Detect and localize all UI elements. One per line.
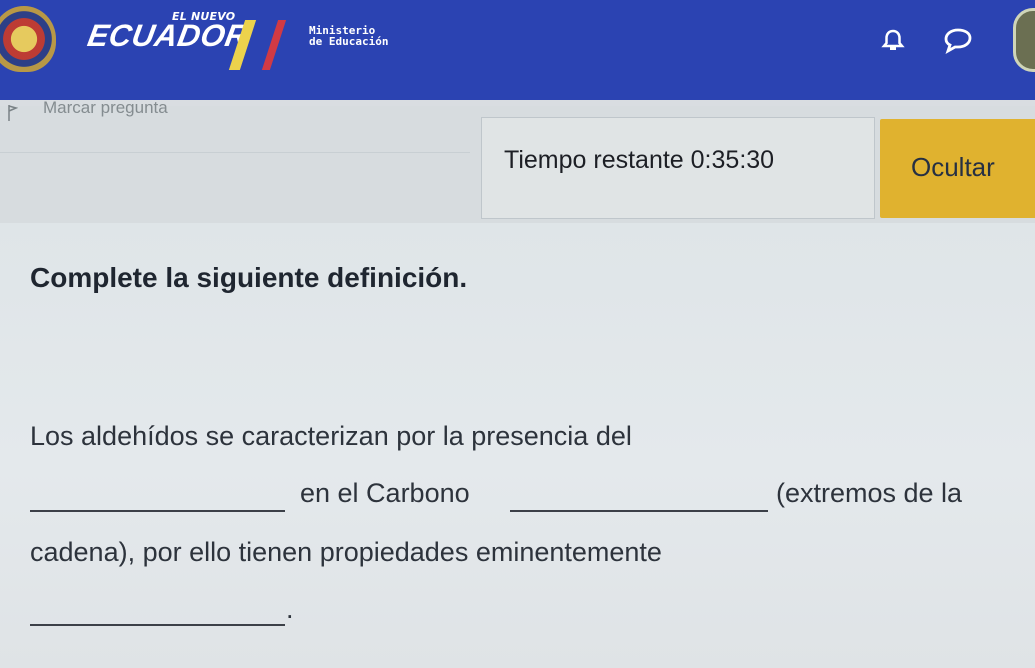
hide-button-label: Ocultar — [911, 152, 995, 182]
answer-blank-2[interactable] — [510, 510, 768, 512]
question-line-2-middle: en el Carbono — [300, 478, 470, 508]
question-line-1: Los aldehídos se caracterizan por la pre… — [30, 421, 632, 451]
avatar[interactable] — [1013, 8, 1035, 72]
question-line-2-end: (extremos de la — [776, 478, 963, 508]
mark-question[interactable]: Marcar pregunta — [0, 98, 500, 124]
question-line-3: cadena), por ello tienen propiedades emi… — [30, 537, 662, 567]
ecuador-logo: EL NUEVO ECUADOR — [85, 10, 303, 70]
ministry-logo: Ministerio de Educación — [309, 25, 388, 47]
bell-icon[interactable] — [879, 27, 907, 55]
divider — [0, 152, 470, 153]
question-line-4-end: . — [286, 594, 294, 624]
flag-icon — [8, 105, 18, 121]
chat-icon[interactable] — [941, 24, 975, 56]
answer-blank-3[interactable] — [30, 624, 285, 626]
mark-question-label: Marcar pregunta — [43, 98, 168, 117]
logo-main-text: ECUADOR — [85, 18, 252, 53]
hide-button[interactable]: Ocultar — [880, 119, 1035, 218]
timer-box: Tiempo restante 0:35:30 — [481, 117, 875, 219]
time-remaining: Tiempo restante 0:35:30 — [504, 146, 775, 174]
question-title: Complete la siguiente definición. — [30, 262, 468, 293]
top-navigation-bar: EL NUEVO ECUADOR Ministerio de Educación — [0, 0, 1035, 106]
red-stripe — [261, 20, 287, 70]
answer-blank-1[interactable] — [30, 510, 285, 512]
ministry-line-2: de Educación — [309, 35, 389, 48]
crest-icon — [0, 6, 56, 72]
